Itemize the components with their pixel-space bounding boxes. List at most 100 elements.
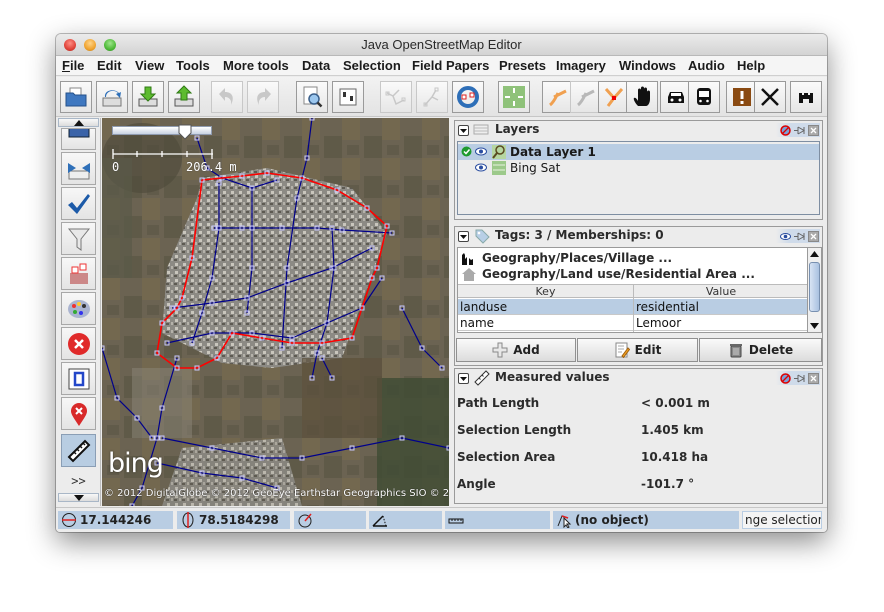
combine-way-button[interactable] bbox=[416, 81, 448, 113]
collapse-toggle[interactable] bbox=[458, 373, 469, 384]
layer-name: Data Layer 1 bbox=[510, 145, 596, 159]
upload-button[interactable] bbox=[168, 81, 200, 113]
tag-value: residential bbox=[636, 300, 699, 314]
more-tools-toggle[interactable]: >> bbox=[56, 474, 101, 488]
measure-label: Selection Area bbox=[457, 450, 556, 464]
preferences-search-icon bbox=[303, 86, 323, 108]
update-data-button[interactable] bbox=[452, 81, 484, 113]
imagery-attribution[interactable]: © 2012 DigitalGlobe © 2012 GeoEye Earths… bbox=[104, 488, 449, 499]
scroll-down-icon[interactable] bbox=[810, 323, 819, 329]
visibility-eye-icon[interactable] bbox=[475, 147, 487, 156]
undo-button[interactable] bbox=[211, 81, 243, 113]
longitude-field: 78.5184298 bbox=[177, 511, 290, 529]
zoom-slider-thumb[interactable] bbox=[178, 124, 192, 140]
tag-value: village bbox=[636, 332, 675, 333]
menu-selection[interactable]: Selection bbox=[343, 58, 401, 73]
merge-nodes-icon bbox=[67, 162, 90, 179]
menu-imagery[interactable]: Imagery bbox=[556, 58, 606, 73]
menu-help[interactable]: Help bbox=[737, 58, 765, 73]
download-osm-button[interactable] bbox=[96, 81, 128, 113]
map-view[interactable]: 0 206.4 m bing © 2012 DigitalGlobe © 201… bbox=[102, 118, 449, 506]
menu-tools[interactable]: Tools bbox=[176, 58, 210, 73]
open-file-button[interactable] bbox=[60, 81, 92, 113]
scale-bar bbox=[112, 149, 213, 159]
tag-key: landuse bbox=[460, 300, 508, 314]
bus-preset-button[interactable] bbox=[688, 81, 720, 113]
select-button[interactable] bbox=[61, 362, 96, 395]
column-separator bbox=[633, 284, 634, 332]
menu-more-tools[interactable]: More tools bbox=[223, 58, 289, 73]
download-button[interactable] bbox=[132, 81, 164, 113]
menu-view[interactable]: View bbox=[135, 58, 164, 73]
pin-dialog-icon[interactable] bbox=[794, 231, 805, 242]
preset-label: Geography/Places/Village ... bbox=[482, 251, 673, 265]
split-way-button[interactable] bbox=[380, 81, 412, 113]
side-toolbar-scroll-down[interactable] bbox=[58, 493, 99, 502]
scroll-thumb[interactable] bbox=[809, 262, 820, 312]
measure-ruler-icon bbox=[67, 439, 90, 462]
restaurant-preset-button[interactable] bbox=[754, 81, 786, 113]
delete-marker-icon bbox=[70, 402, 87, 426]
visibility-eye-icon[interactable] bbox=[475, 163, 487, 172]
zoom-to-extent-button[interactable] bbox=[498, 81, 530, 113]
title-bar: Java OpenStreetMap Editor bbox=[56, 34, 827, 56]
add-tag-button[interactable]: Add bbox=[456, 338, 576, 362]
tags-scrollbar[interactable] bbox=[807, 247, 822, 333]
layer-name: Bing Sat bbox=[510, 161, 561, 175]
castle-preset-button[interactable] bbox=[790, 81, 822, 113]
trash-icon bbox=[729, 344, 742, 358]
validate-checkmark-icon bbox=[67, 193, 90, 214]
junction-preset-icon bbox=[604, 88, 624, 107]
pin-dialog-icon[interactable] bbox=[794, 373, 805, 384]
measure-button[interactable] bbox=[61, 434, 96, 467]
merge-nodes-button[interactable] bbox=[61, 152, 96, 185]
redo-button[interactable] bbox=[247, 81, 279, 113]
menu-edit[interactable]: Edit bbox=[97, 58, 122, 73]
select-cursor-icon bbox=[557, 515, 572, 528]
edit-tag-button[interactable]: Edit bbox=[577, 338, 698, 362]
preferences-search-button[interactable] bbox=[296, 81, 328, 113]
active-layer-check-icon[interactable] bbox=[461, 146, 472, 157]
column-header-value[interactable]: Value bbox=[634, 285, 808, 298]
pan-button[interactable] bbox=[626, 81, 658, 113]
collapse-toggle[interactable] bbox=[458, 125, 469, 136]
filter-button[interactable] bbox=[61, 222, 96, 255]
presets-button[interactable] bbox=[61, 257, 96, 290]
angle-icon bbox=[372, 515, 387, 527]
layer-button[interactable] bbox=[61, 128, 96, 150]
tags-table: Geography/Places/Village ... Geography/L… bbox=[457, 247, 809, 333]
layer-row[interactable]: Bing Sat bbox=[458, 160, 819, 176]
hide-dialog-icon[interactable] bbox=[780, 372, 791, 384]
measure-row-selection-length: Selection Length 1.405 km bbox=[457, 423, 817, 437]
residential-house-icon bbox=[462, 268, 476, 281]
side-toolbar: >> bbox=[56, 118, 101, 506]
menu-audio[interactable]: Audio bbox=[688, 58, 725, 73]
menu-field-papers[interactable]: Field Papers bbox=[412, 58, 489, 73]
menu-windows[interactable]: Windows bbox=[619, 58, 676, 73]
scroll-up-icon[interactable] bbox=[810, 251, 819, 257]
delete-button[interactable] bbox=[61, 327, 96, 360]
delete-tag-button[interactable]: Delete bbox=[699, 338, 822, 362]
close-dialog-icon[interactable] bbox=[808, 124, 819, 136]
hide-dialog-icon[interactable] bbox=[780, 124, 791, 136]
preferences-button[interactable] bbox=[332, 81, 364, 113]
measure-label: Path Length bbox=[457, 396, 540, 410]
menu-file[interactable]: File bbox=[62, 58, 84, 73]
restaurant-icon bbox=[761, 88, 779, 106]
column-header-key[interactable]: Key bbox=[458, 285, 633, 298]
map-paint-button[interactable] bbox=[61, 292, 96, 325]
delete-marker-button[interactable] bbox=[61, 397, 96, 430]
josm-window: Java OpenStreetMap Editor File Edit View… bbox=[56, 34, 827, 532]
validate-button[interactable] bbox=[61, 187, 96, 220]
pin-dialog-icon[interactable] bbox=[794, 125, 805, 136]
zoom-slider[interactable] bbox=[112, 124, 212, 140]
layer-row[interactable]: Data Layer 1 bbox=[458, 144, 819, 160]
collapse-toggle[interactable] bbox=[458, 231, 469, 242]
close-dialog-icon[interactable] bbox=[808, 230, 819, 242]
close-dialog-icon[interactable] bbox=[808, 372, 819, 384]
show-dialog-icon[interactable] bbox=[780, 231, 791, 242]
menu-presets[interactable]: Presets bbox=[499, 58, 546, 73]
side-toolbar-scroll-up[interactable] bbox=[58, 118, 99, 127]
menu-data[interactable]: Data bbox=[302, 58, 330, 73]
help-text-field: nge selection bbox=[742, 511, 822, 529]
